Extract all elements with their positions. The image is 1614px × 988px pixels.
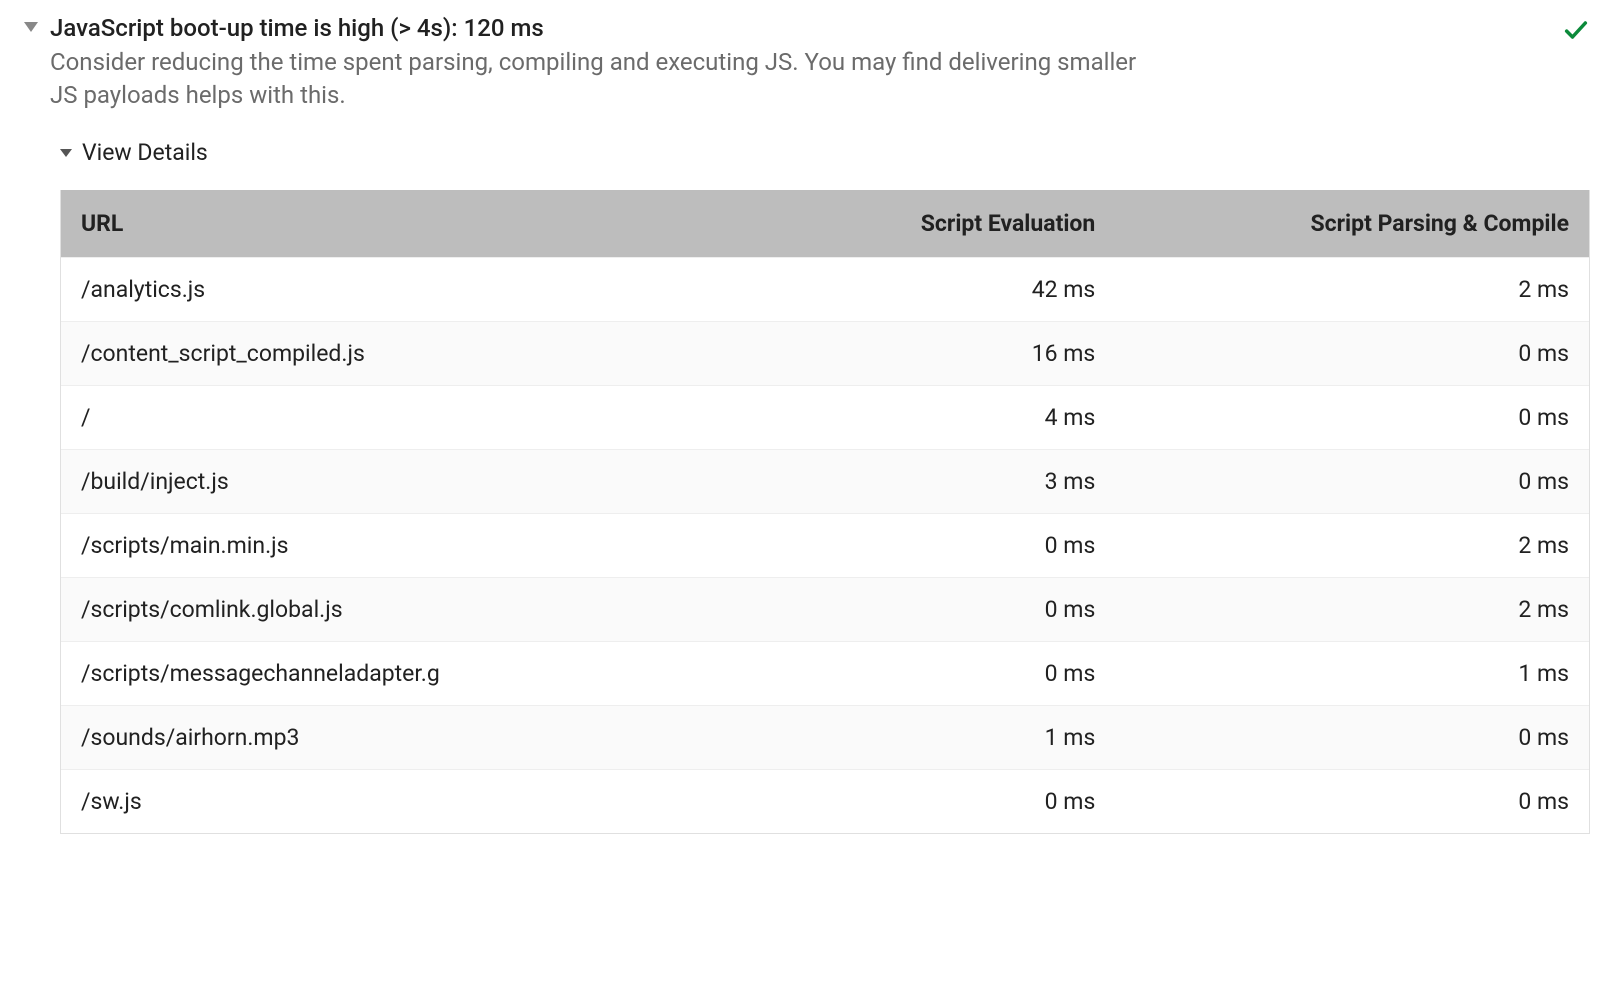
cell-url: /sw.js bbox=[61, 770, 764, 834]
table-row: /scripts/main.min.js0 ms2 ms bbox=[61, 514, 1589, 578]
table-row: /build/inject.js3 ms0 ms bbox=[61, 450, 1589, 514]
audit-summary: JavaScript boot-up time is high (> 4s): … bbox=[50, 12, 1550, 111]
cell-eval: 3 ms bbox=[764, 450, 1115, 514]
column-header-parse: Script Parsing & Compile bbox=[1115, 190, 1589, 258]
table-row: /scripts/comlink.global.js0 ms2 ms bbox=[61, 578, 1589, 642]
cell-url: /sounds/airhorn.mp3 bbox=[61, 706, 764, 770]
table-row: /scripts/messagechanneladapter.g0 ms1 ms bbox=[61, 642, 1589, 706]
table-row: /analytics.js42 ms2 ms bbox=[61, 258, 1589, 322]
cell-url: /scripts/main.min.js bbox=[61, 514, 764, 578]
table-row: /content_script_compiled.js16 ms0 ms bbox=[61, 322, 1589, 386]
cell-url: /build/inject.js bbox=[61, 450, 764, 514]
details-section: View Details URL Script Evaluation Scrip… bbox=[60, 139, 1590, 834]
cell-parse: 1 ms bbox=[1115, 642, 1589, 706]
check-icon bbox=[1562, 16, 1590, 44]
audit-header: JavaScript boot-up time is high (> 4s): … bbox=[24, 12, 1590, 111]
cell-parse: 0 ms bbox=[1115, 322, 1589, 386]
audit-description: Consider reducing the time spent parsing… bbox=[50, 46, 1150, 111]
table-row: /sounds/airhorn.mp31 ms0 ms bbox=[61, 706, 1589, 770]
cell-eval: 0 ms bbox=[764, 514, 1115, 578]
chevron-down-icon bbox=[60, 149, 72, 157]
cell-parse: 0 ms bbox=[1115, 706, 1589, 770]
cell-eval: 0 ms bbox=[764, 578, 1115, 642]
cell-parse: 0 ms bbox=[1115, 386, 1589, 450]
column-header-eval: Script Evaluation bbox=[764, 190, 1115, 258]
cell-parse: 2 ms bbox=[1115, 578, 1589, 642]
audit-title: JavaScript boot-up time is high (> 4s): … bbox=[50, 12, 1550, 44]
cell-parse: 2 ms bbox=[1115, 258, 1589, 322]
cell-eval: 0 ms bbox=[764, 642, 1115, 706]
cell-url: /analytics.js bbox=[61, 258, 764, 322]
cell-eval: 1 ms bbox=[764, 706, 1115, 770]
table-row: /4 ms0 ms bbox=[61, 386, 1589, 450]
cell-eval: 4 ms bbox=[764, 386, 1115, 450]
cell-url: /content_script_compiled.js bbox=[61, 322, 764, 386]
cell-url: /scripts/messagechanneladapter.g bbox=[61, 642, 764, 706]
view-details-toggle[interactable]: View Details bbox=[60, 139, 1590, 166]
cell-eval: 42 ms bbox=[764, 258, 1115, 322]
table-row: /sw.js0 ms0 ms bbox=[61, 770, 1589, 834]
cell-parse: 2 ms bbox=[1115, 514, 1589, 578]
cell-parse: 0 ms bbox=[1115, 770, 1589, 834]
cell-parse: 0 ms bbox=[1115, 450, 1589, 514]
view-details-label: View Details bbox=[82, 139, 208, 166]
cell-eval: 0 ms bbox=[764, 770, 1115, 834]
cell-url: / bbox=[61, 386, 764, 450]
chevron-down-icon[interactable] bbox=[24, 22, 38, 32]
cell-eval: 16 ms bbox=[764, 322, 1115, 386]
column-header-url: URL bbox=[61, 190, 764, 258]
scripts-table: URL Script Evaluation Script Parsing & C… bbox=[60, 190, 1590, 834]
cell-url: /scripts/comlink.global.js bbox=[61, 578, 764, 642]
